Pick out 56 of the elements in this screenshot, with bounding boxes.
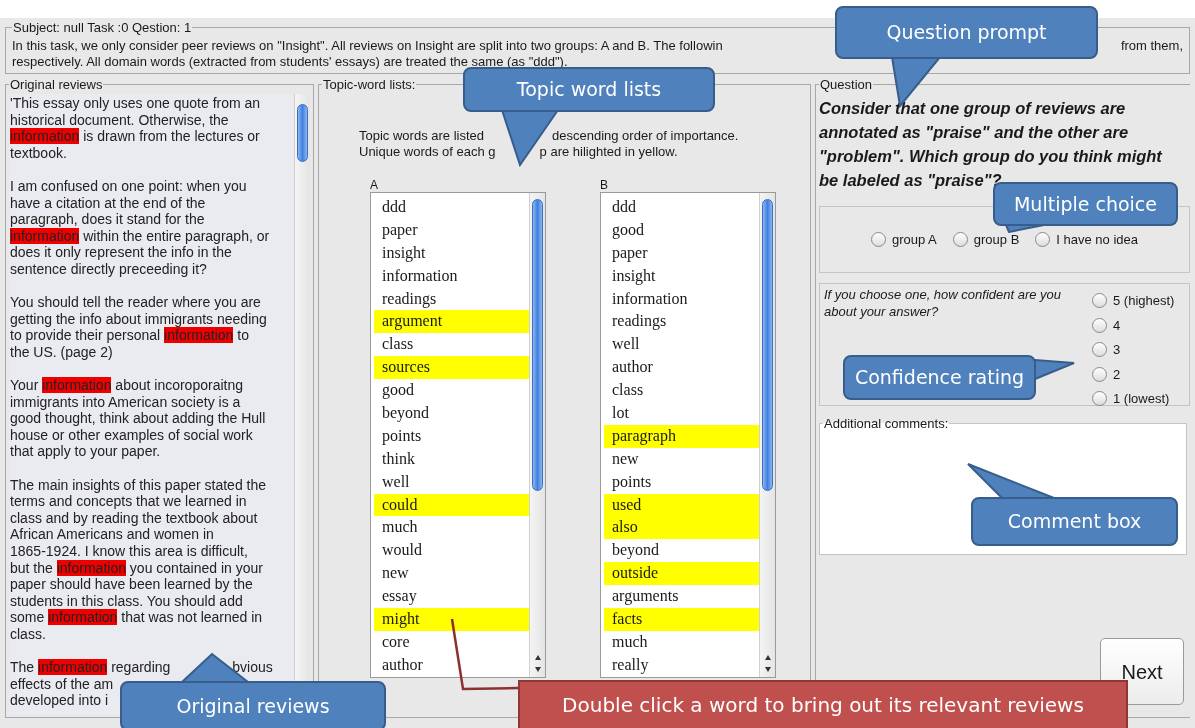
- word-item[interactable]: might: [374, 608, 529, 631]
- scroll-down-icon[interactable]: [534, 666, 542, 673]
- radio-button[interactable]: [1092, 293, 1107, 309]
- panel-title: Original reviews: [9, 75, 104, 94]
- word-list[interactable]: ddd paper insight information readings argument class sources good beyond points think well could much would new essay might core author: [370, 192, 546, 678]
- word-item[interactable]: paragraph: [604, 424, 759, 448]
- radio-button[interactable]: [1092, 391, 1107, 407]
- radio-button[interactable]: [1092, 342, 1107, 358]
- intro-text: from them,: [1120, 37, 1183, 54]
- scrollbar[interactable]: [759, 193, 775, 677]
- word-item[interactable]: used: [604, 493, 759, 517]
- list-label: B: [600, 178, 609, 192]
- radio-option[interactable]: 2: [1092, 364, 1175, 384]
- radio-button[interactable]: [1092, 317, 1107, 333]
- panel-title: Question: [819, 75, 874, 94]
- radio-button[interactable]: [1035, 232, 1051, 247]
- review-text: You should tell the reader where you are getting the info about immigrants needing to provide their personal information to the US. (page 2): [10, 294, 267, 361]
- intro-text: respectively. All domain words (extracted from students' essays) are treated the same (as "ddd").: [12, 53, 568, 70]
- intro-text: In this task, we only consider peer reviews on "Insight". All reviews on Insight are split into two groups: A and B. The followin: [12, 37, 723, 54]
- scroll-down-icon[interactable]: [764, 666, 772, 673]
- list-label: A: [370, 178, 379, 192]
- radio-button[interactable]: [952, 232, 968, 247]
- word-item[interactable]: could: [374, 493, 529, 517]
- radio-button[interactable]: [870, 232, 886, 247]
- review-text: I am confused on one point: when you have a citation at the end of the paragraph, does it stand for the information within the entire paragraph, or does it only represent the info in the sentence directly preceeding it?: [10, 177, 270, 278]
- annotation-tooltip: Double click a word to bring out its relevant reviews: [518, 680, 1128, 728]
- instruction-text: descending order of importance.: [552, 128, 739, 144]
- field-label: Additional comments:: [823, 415, 950, 433]
- instruction-text: Unique words of each g: [359, 144, 496, 160]
- review-text: 'This essay only uses one quote from an historical document. Otherwise, the information is drawn from the lectures or textbook.: [10, 95, 261, 162]
- word-item[interactable]: facts: [604, 608, 759, 631]
- radio-option[interactable]: group B: [952, 229, 1020, 250]
- radio-option[interactable]: 1 (lowest): [1092, 389, 1175, 409]
- radio-option[interactable]: I have no idea: [1035, 229, 1139, 250]
- word-item[interactable]: also: [604, 516, 759, 540]
- instruction-text: Topic words are listed: [359, 128, 484, 144]
- scrollbar[interactable]: [529, 193, 545, 677]
- confidence-prompt: If you choose one, how confident are you about your answer?: [824, 286, 1063, 320]
- panel-title: Subject: null Task :0 Qestion: 1: [12, 19, 193, 37]
- word-item[interactable]: sources: [374, 356, 529, 380]
- radio-option[interactable]: group A: [870, 229, 937, 250]
- radio-option[interactable]: 4: [1092, 315, 1175, 335]
- review-text: The main insights of this paper stated the terms and concepts that we learned in class and by reading the textbook about African Americans and women in 1865-1924. I know this area is difficult, but the information you contained in your paper should have been learned by the students in this class. You should add some information that was not learned in class.: [10, 476, 267, 643]
- scroll-up-icon[interactable]: [534, 654, 542, 661]
- panel-title: Topic-word lists:: [322, 75, 417, 94]
- word-item[interactable]: argument: [374, 310, 529, 334]
- scroll-up-icon[interactable]: [764, 654, 772, 661]
- radio-option[interactable]: 5 (highest): [1092, 291, 1175, 311]
- radio-option[interactable]: 3: [1092, 340, 1175, 360]
- callout-pointer: [1034, 359, 1076, 381]
- instruction-text: p are hilighted in yellow.: [539, 144, 678, 160]
- annotation-tooltip: Confidence rating: [843, 355, 1036, 400]
- radio-button[interactable]: [1092, 366, 1107, 382]
- word-list[interactable]: ddd good paper insight information readings well author class lot paragraph new points used also beyond outside arguments facts much really: [600, 192, 776, 678]
- review-text: Your information about incoroporaitng immigrants into American society is a good thought, think about adding the Hull house or other examples of social work that apply to your paper.: [10, 377, 266, 461]
- word-item[interactable]: outside: [604, 562, 759, 586]
